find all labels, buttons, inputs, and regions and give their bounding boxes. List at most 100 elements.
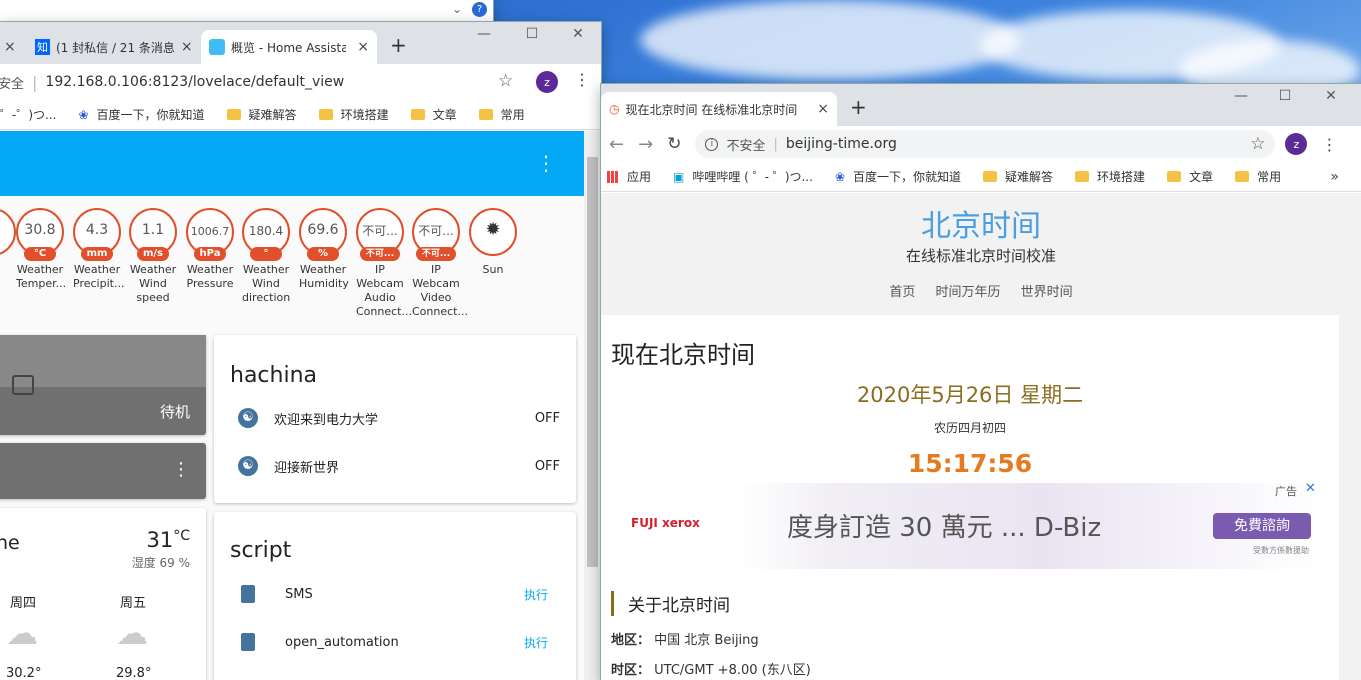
row-label: open_automation bbox=[285, 634, 399, 650]
bookmark-folder[interactable]: 疑难解答 bbox=[983, 168, 1053, 185]
omnibox[interactable]: i 不安全 | beijing-time.org ☆ bbox=[695, 130, 1276, 158]
nav-calendar[interactable]: 时间万年历 bbox=[935, 285, 1000, 300]
bookmark-folder[interactable]: 常用 bbox=[1235, 168, 1281, 185]
gauge-value: 69.6 bbox=[307, 222, 339, 238]
ad-close-icon[interactable]: ✕ bbox=[1305, 481, 1316, 496]
toggle-row[interactable]: ☯ 迎接新世界 OFF bbox=[214, 454, 576, 478]
back-icon[interactable]: ← bbox=[609, 134, 624, 155]
gauge-wind-speed[interactable]: 1.1 m/s Weather Wind speed bbox=[129, 208, 177, 305]
gauge-unit: m/s bbox=[137, 247, 169, 261]
paw-icon: ❀ bbox=[834, 169, 846, 184]
row-label: SMS bbox=[285, 586, 313, 602]
gauge-name: Weather Wind direction bbox=[242, 263, 291, 304]
chevron-down-icon[interactable]: ⌄ bbox=[452, 2, 462, 16]
scrollbar[interactable] bbox=[584, 131, 601, 680]
gauge-precipitation[interactable]: 4.3 mm Weather Precipit... bbox=[73, 208, 125, 291]
bookmark-baidu[interactable]: ❀ 百度一下，你就知道 bbox=[835, 168, 961, 185]
gauge-name: Weather Humidity bbox=[299, 263, 349, 290]
profile-avatar[interactable]: z bbox=[1285, 133, 1308, 155]
bookmark-folder[interactable]: 环境搭建 bbox=[1075, 168, 1145, 185]
script-row[interactable]: SMS 执行 bbox=[214, 582, 576, 606]
row-state[interactable]: OFF bbox=[535, 411, 560, 426]
media-player-card[interactable]: 待机 bbox=[0, 335, 206, 435]
gauge-value: 30.8 bbox=[24, 222, 56, 238]
beijing-time-browser-window: ◷ 现在北京时间 在线标准北京时间 × + — ☐ ✕ ← → ↻ i 不安全 … bbox=[601, 84, 1361, 680]
tab-beijing-time[interactable]: ◷ 现在北京时间 在线标准北京时间 × bbox=[601, 92, 837, 126]
yin-yang-icon: ☯ bbox=[238, 408, 258, 428]
gauge-name: Weather Wind speed bbox=[129, 263, 177, 304]
more-bookmarks-icon[interactable]: » bbox=[1330, 169, 1339, 185]
close-icon[interactable]: × bbox=[811, 101, 829, 117]
row-state[interactable]: OFF bbox=[535, 459, 560, 474]
gauge-temperature[interactable]: 30.8 °C Weather Temper... bbox=[16, 208, 67, 291]
gauge-pressure[interactable]: 1006.7 hPa Weather Pressure bbox=[186, 208, 234, 291]
info-icon[interactable]: i bbox=[705, 137, 719, 151]
close-window-icon[interactable]: ✕ bbox=[1317, 88, 1345, 104]
minimize-icon[interactable]: — bbox=[1227, 88, 1255, 104]
toggle-row[interactable]: ☯ 欢迎来到电力大学 OFF bbox=[214, 406, 576, 430]
nav-world-time[interactable]: 世界时间 bbox=[1021, 285, 1073, 300]
gauge-name: IP Webcam Video Connect... bbox=[412, 263, 468, 318]
weather-name: ne bbox=[0, 532, 20, 554]
bookmark-apps[interactable]: 应用 bbox=[607, 168, 651, 185]
timezone-value: UTC/GMT +8.00 (东八区) bbox=[654, 663, 811, 678]
gauge-name: ... bbox=[0, 263, 16, 277]
tab-bar: ◷ 现在北京时间 在线标准北京时间 × + — ☐ ✕ bbox=[601, 84, 1361, 126]
scrollbar[interactable] bbox=[1341, 193, 1361, 680]
gauge-webcam-video[interactable]: 不可... 不可... IP Webcam Video Connect... bbox=[412, 208, 468, 319]
bookmark-folder[interactable]: 文章 bbox=[1167, 168, 1213, 185]
folder-icon bbox=[1075, 171, 1090, 182]
tv-icon: ▣ bbox=[673, 169, 685, 184]
help-icon[interactable]: ? bbox=[472, 2, 487, 17]
scrollbar-thumb[interactable] bbox=[587, 157, 598, 567]
run-button[interactable]: 执行 bbox=[524, 586, 548, 603]
temp-unit: °C bbox=[173, 528, 190, 544]
gauge-name: Weather Precipit... bbox=[73, 263, 125, 290]
site-nav: 首页 时间万年历 世界时间 bbox=[601, 281, 1361, 300]
media-control-card[interactable]: ⋮ bbox=[0, 443, 206, 499]
run-button[interactable]: 执行 bbox=[524, 634, 548, 651]
script-row[interactable]: open_automation 执行 bbox=[214, 630, 576, 654]
url-input[interactable]: beijing-time.org bbox=[786, 136, 897, 152]
bookmark-label: 疑难解答 bbox=[1005, 170, 1054, 184]
new-tab-button[interactable]: + bbox=[850, 95, 867, 119]
gauge-unit: mm bbox=[81, 247, 113, 261]
weather-card[interactable]: ne 31°C 湿度 69 % 周四 周五 ☁ ☁ 30.2° 29.8° bbox=[0, 508, 206, 680]
gauge-value: 不可... bbox=[418, 224, 454, 238]
gauge-value: 180.4 bbox=[248, 224, 284, 238]
forward-icon[interactable]: → bbox=[638, 134, 653, 155]
reload-icon[interactable]: ↻ bbox=[667, 134, 681, 154]
maximize-icon[interactable]: ☐ bbox=[1271, 88, 1299, 104]
sun-icon: ✹ bbox=[485, 219, 501, 240]
gauge-wind-direction[interactable]: 180.4 ° Weather Wind direction bbox=[242, 208, 290, 305]
timezone-row: 时区： UTC/GMT +8.00 (东八区) bbox=[611, 659, 811, 678]
security-label[interactable]: 不安全 bbox=[726, 135, 765, 154]
menu-icon[interactable]: ⋮ bbox=[1321, 135, 1337, 154]
gauge-unit: % bbox=[307, 247, 339, 261]
gauge-unit: hPa bbox=[194, 247, 226, 261]
bookmark-label: 文章 bbox=[1189, 170, 1214, 184]
gauge-name: Sun bbox=[482, 263, 504, 276]
bookmark-bilibili[interactable]: ▣ 哔哩哔哩 ( ゜- ゜)つ... bbox=[673, 168, 813, 185]
gauge-name: Weather Temper... bbox=[16, 263, 67, 290]
gauge-humidity[interactable]: 69.6% Weather Humidity bbox=[299, 208, 349, 291]
gauge-badge[interactable]: ... bbox=[0, 208, 16, 277]
lunar-date: 农历四月初四 bbox=[933, 421, 1006, 435]
ad-text: 度身訂造 30 萬元 ... D-Biz bbox=[787, 513, 1102, 543]
gauge-webcam-audio[interactable]: 不可... 不可... IP Webcam Audio Connect... bbox=[356, 208, 412, 319]
temp-value: 31 bbox=[146, 528, 174, 552]
apps-icon bbox=[607, 170, 619, 183]
gauge-sun[interactable]: ✹ Sun bbox=[469, 208, 517, 277]
site-title[interactable]: 北京时间 bbox=[601, 201, 1361, 245]
main-panel: 现在北京时间 2020年5月26日 星期二 农历四月初四 15:17:56 FU… bbox=[601, 315, 1339, 680]
script-icon bbox=[241, 585, 255, 603]
nav-home[interactable]: 首页 bbox=[889, 285, 915, 300]
ad-banner[interactable]: FUJI xerox 度身訂造 30 萬元 ... D-Biz 免費諮詢 受數方… bbox=[627, 481, 1323, 569]
ad-note: 受數方係數援助 bbox=[1253, 546, 1309, 555]
ad-cta-button[interactable]: 免費諮詢 bbox=[1213, 513, 1311, 539]
media-state: 待机 bbox=[159, 403, 190, 421]
about-heading: 关于北京时间 bbox=[611, 591, 730, 616]
clock-icon: ◷ bbox=[609, 102, 620, 116]
star-icon[interactable]: ☆ bbox=[1250, 134, 1265, 154]
menu-icon[interactable]: ⋮ bbox=[172, 459, 190, 480]
